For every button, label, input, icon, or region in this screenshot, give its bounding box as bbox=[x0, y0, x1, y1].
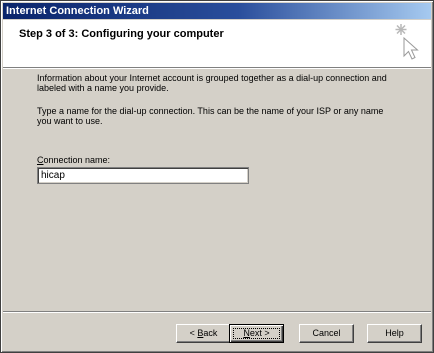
wizard-window: Internet Connection Wizard Step 3 of 3: … bbox=[0, 0, 434, 353]
step-title: Step 3 of 3: Configuring your computer bbox=[19, 28, 224, 40]
cancel-button[interactable]: Cancel bbox=[299, 324, 354, 343]
connection-name-label: Connection name: bbox=[37, 155, 110, 165]
back-button-label: ack bbox=[203, 328, 218, 338]
info-paragraph: Information about your Internet account … bbox=[37, 73, 387, 93]
wizard-header: Step 3 of 3: Configuring your computer bbox=[3, 20, 431, 67]
instruction-paragraph: Type a name for the dial-up connection. … bbox=[37, 106, 384, 126]
header-divider-highlight bbox=[3, 68, 431, 69]
footer-divider-highlight bbox=[3, 312, 431, 313]
back-button[interactable]: < Back bbox=[176, 324, 231, 343]
focus-rectangle bbox=[233, 328, 280, 339]
wizard-cursor-icon bbox=[389, 22, 423, 67]
title-bar[interactable]: Internet Connection Wizard bbox=[3, 3, 431, 19]
connection-name-label-text: onnection name: bbox=[43, 155, 111, 165]
help-button[interactable]: Help bbox=[367, 324, 422, 343]
next-button[interactable]: Next > bbox=[229, 324, 284, 343]
window-title: Internet Connection Wizard bbox=[6, 5, 149, 17]
connection-name-input[interactable]: hicap bbox=[37, 167, 249, 184]
